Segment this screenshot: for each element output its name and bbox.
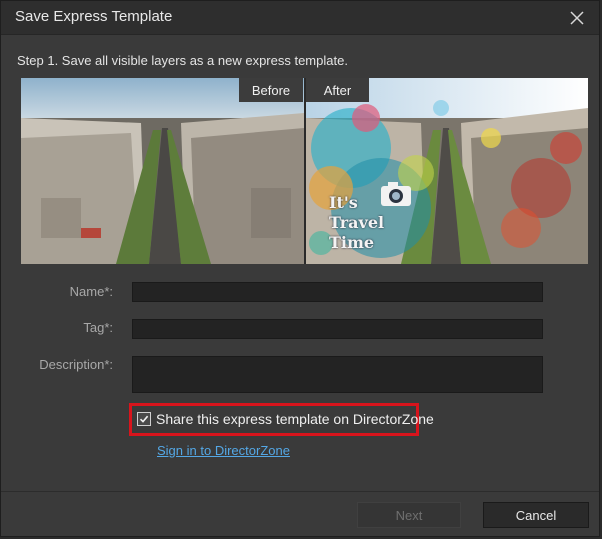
after-tab[interactable]: After <box>306 78 369 102</box>
description-input[interactable] <box>132 356 543 393</box>
checkmark-icon <box>139 415 149 423</box>
tag-input[interactable] <box>132 319 543 339</box>
next-button[interactable]: Next <box>357 502 461 528</box>
footer-divider <box>1 491 599 492</box>
preview-image <box>21 78 588 264</box>
title-bar: Save Express Template <box>1 1 599 35</box>
close-icon <box>570 10 584 25</box>
overlay-line-1: It's <box>329 193 358 212</box>
share-label[interactable]: Share this express template on DirectorZ… <box>156 411 434 427</box>
name-label: Name*: <box>69 284 113 299</box>
overlay-line-3: Time <box>329 233 375 252</box>
dialog-title: Save Express Template <box>15 8 173 25</box>
preview-overlay-text: It's Travel Time <box>329 193 384 253</box>
description-label: Description*: <box>39 357 113 372</box>
cancel-button[interactable]: Cancel <box>483 502 589 528</box>
save-express-template-dialog: Save Express Template Step 1. Save all v… <box>0 0 600 537</box>
before-tab[interactable]: Before <box>239 78 303 102</box>
close-button[interactable] <box>555 1 599 34</box>
tag-label: Tag*: <box>83 320 113 335</box>
name-input[interactable] <box>132 282 543 302</box>
share-checkbox[interactable] <box>137 412 151 426</box>
signin-link[interactable]: Sign in to DirectorZone <box>157 443 290 458</box>
step-instruction: Step 1. Save all visible layers as a new… <box>17 53 348 68</box>
overlay-line-2: Travel <box>329 213 385 232</box>
